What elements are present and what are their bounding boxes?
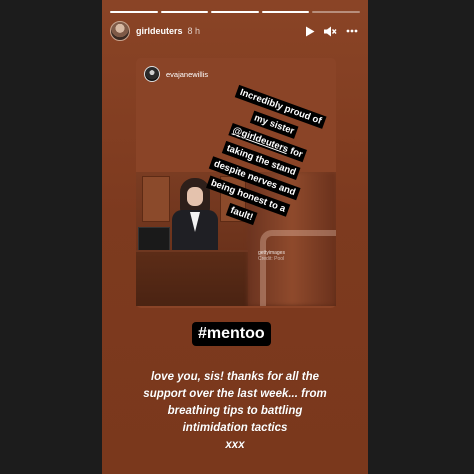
story-header: girldeuters 8 h xyxy=(110,20,358,42)
glass-frame xyxy=(260,230,336,306)
mute-icon[interactable] xyxy=(324,26,337,37)
story-viewer[interactable]: girldeuters 8 h evajanewillis gettyimage… xyxy=(102,0,368,474)
story-controls xyxy=(305,26,358,37)
message-line: breathing tips to battling xyxy=(167,405,303,417)
story-timestamp: 8 h xyxy=(187,26,201,36)
witness-stand xyxy=(136,250,248,306)
message-line: love you, sis! thanks for all the xyxy=(150,371,320,383)
more-icon[interactable] xyxy=(346,29,358,33)
message-line: support over the last week... from xyxy=(143,388,327,400)
story-username[interactable]: girldeuters xyxy=(136,26,183,36)
progress-segment xyxy=(110,11,158,13)
progress-segment xyxy=(312,11,360,13)
play-icon[interactable] xyxy=(305,26,315,37)
progress-segment xyxy=(160,11,209,13)
progress-segment xyxy=(261,11,310,13)
story-message: love you, sis! thanks for all the suppor… xyxy=(112,369,358,454)
avatar[interactable] xyxy=(110,21,130,41)
message-line: xxx xyxy=(225,439,245,451)
shared-post-header: evajanewillis xyxy=(144,66,208,82)
getty-watermark: gettyimages Credit: Pool xyxy=(258,250,285,262)
story-progress-bar xyxy=(110,11,360,13)
hashtag-sticker[interactable]: #mentoo xyxy=(192,322,271,346)
wall-panel xyxy=(142,176,170,222)
shared-post-username[interactable]: evajanewillis xyxy=(166,70,208,79)
message-line: intimidation tactics xyxy=(182,422,288,434)
shared-post-avatar[interactable] xyxy=(144,66,160,82)
progress-segment xyxy=(211,11,259,13)
